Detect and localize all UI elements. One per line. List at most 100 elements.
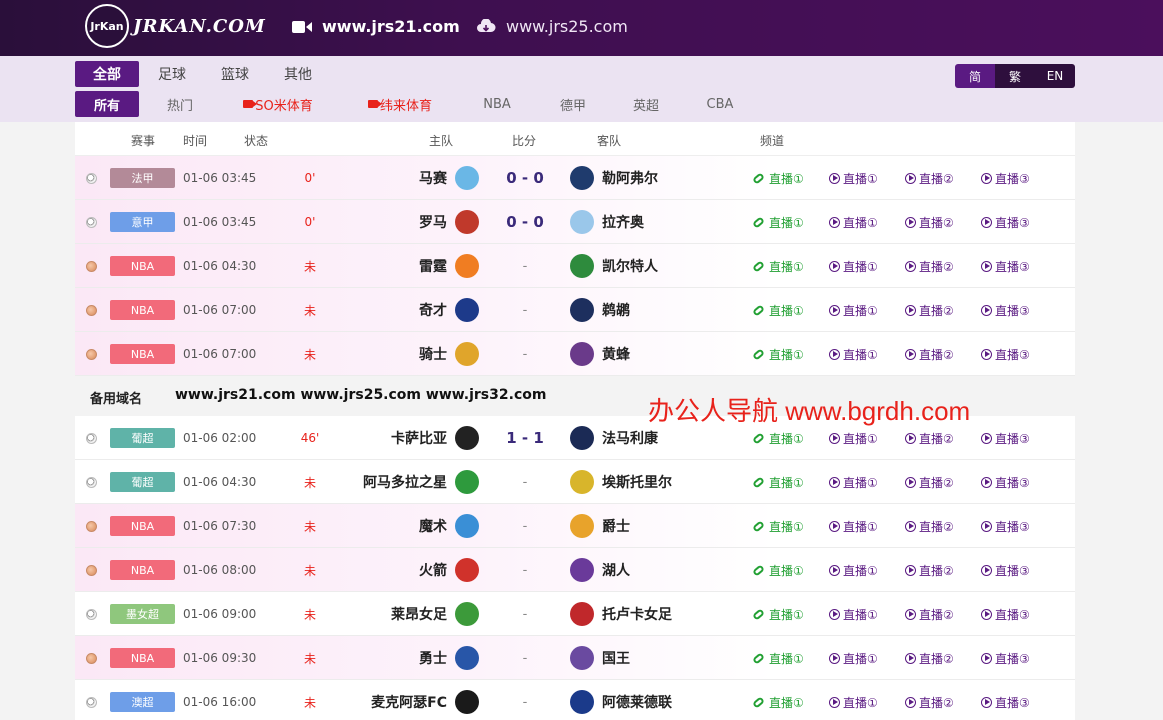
subtab-somi[interactable]: SO米体育	[236, 91, 320, 117]
channel-link-1[interactable]: 直播①	[752, 288, 804, 332]
channel-stream-3[interactable]: 直播③	[981, 244, 1030, 288]
channel-link-1[interactable]: 直播①	[752, 680, 804, 720]
channel-label: 直播①	[769, 303, 804, 318]
channel-link-1[interactable]: 直播①	[752, 460, 804, 504]
lang-simplified[interactable]: 简	[955, 64, 995, 88]
tab-football[interactable]: 足球	[140, 61, 204, 87]
channel-stream-3[interactable]: 直播③	[981, 332, 1030, 376]
channel-stream-2[interactable]: 直播②	[905, 548, 954, 592]
channel-stream-2[interactable]: 直播②	[905, 504, 954, 548]
league-badge[interactable]: NBA	[110, 344, 175, 364]
channel-stream-1[interactable]: 直播①	[829, 200, 878, 244]
league-badge[interactable]: 澳超	[110, 692, 175, 712]
table-header: 赛事 时间 状态 主队 比分 客队 频道	[75, 122, 1075, 156]
channel-label: 直播②	[919, 259, 954, 274]
league-badge[interactable]: 墨女超	[110, 604, 175, 624]
channel-link-1[interactable]: 直播①	[752, 200, 804, 244]
subtab-nba[interactable]: NBA	[465, 91, 529, 117]
channel-link-1[interactable]: 直播①	[752, 332, 804, 376]
channel-stream-1[interactable]: 直播①	[829, 548, 878, 592]
channel-stream-3[interactable]: 直播③	[981, 592, 1030, 636]
channel-stream-2[interactable]: 直播②	[905, 592, 954, 636]
match-status: 未	[303, 475, 316, 490]
league-badge[interactable]: 意甲	[110, 212, 175, 232]
home-team-logo	[455, 504, 479, 548]
match-time: 01-06 04:30	[183, 475, 257, 489]
subtab-cba[interactable]: CBA	[688, 91, 752, 117]
away-team-logo	[570, 244, 594, 288]
channel-label: 直播①	[843, 651, 878, 666]
channel-stream-1[interactable]: 直播①	[829, 244, 878, 288]
league-badge[interactable]: NBA	[110, 560, 175, 580]
channel-stream-1[interactable]: 直播①	[829, 288, 878, 332]
channel-stream-2[interactable]: 直播②	[905, 288, 954, 332]
channel-stream-2[interactable]: 直播②	[905, 460, 954, 504]
channel-stream-3[interactable]: 直播③	[981, 156, 1030, 200]
channel-stream-1[interactable]: 直播①	[829, 636, 878, 680]
channel-link-1[interactable]: 直播①	[752, 156, 804, 200]
channel-stream-3[interactable]: 直播③	[981, 680, 1030, 720]
channel-label: 直播①	[769, 651, 804, 666]
lang-traditional[interactable]: 繁	[995, 64, 1035, 88]
league-badge[interactable]: NBA	[110, 516, 175, 536]
channel-link-1[interactable]: 直播①	[752, 548, 804, 592]
channel-stream-3[interactable]: 直播③	[981, 504, 1030, 548]
channel-link-1[interactable]: 直播①	[752, 244, 804, 288]
channel-stream-2[interactable]: 直播②	[905, 244, 954, 288]
channel-stream-3[interactable]: 直播③	[981, 288, 1030, 332]
tab-other[interactable]: 其他	[266, 61, 330, 87]
subtab-bundesliga[interactable]: 德甲	[541, 91, 605, 117]
channel-label: 直播③	[995, 347, 1030, 362]
channel-stream-3[interactable]: 直播③	[981, 636, 1030, 680]
channel-label: 直播①	[769, 171, 804, 186]
play-icon	[905, 564, 916, 576]
league-badge[interactable]: NBA	[110, 300, 175, 320]
channel-stream-2[interactable]: 直播②	[905, 636, 954, 680]
table-row: NBA 01-06 07:00 未 奇才 - 鹈鹕 直播① 直播① 直播② 直播…	[75, 288, 1075, 332]
subtab-hot[interactable]: 热门	[148, 91, 212, 117]
play-icon	[981, 432, 992, 444]
channel-stream-3[interactable]: 直播③	[981, 200, 1030, 244]
subtab-weilai[interactable]: 纬来体育	[358, 91, 442, 117]
subtab-premier-league[interactable]: 英超	[614, 91, 678, 117]
secondary-domain-link[interactable]: www.jrs25.com	[476, 17, 628, 36]
channel-stream-1[interactable]: 直播①	[829, 680, 878, 720]
channel-stream-2[interactable]: 直播②	[905, 680, 954, 720]
lang-english[interactable]: EN	[1035, 64, 1075, 88]
channel-stream-2[interactable]: 直播②	[905, 200, 954, 244]
league-badge[interactable]: NBA	[110, 256, 175, 276]
away-team-logo	[570, 680, 594, 720]
play-icon	[981, 172, 992, 184]
primary-domain-link[interactable]: www.jrs21.com	[292, 17, 460, 36]
league-badge[interactable]: NBA	[110, 648, 175, 668]
channel-label: 直播③	[995, 607, 1030, 622]
channel-link-1[interactable]: 直播①	[752, 504, 804, 548]
channel-label: 直播②	[919, 607, 954, 622]
league-badge[interactable]: 葡超	[110, 472, 175, 492]
channel-stream-3[interactable]: 直播③	[981, 548, 1030, 592]
link-icon	[752, 259, 765, 273]
channel-stream-1[interactable]: 直播①	[829, 592, 878, 636]
tab-all[interactable]: 全部	[75, 61, 139, 87]
away-team-logo	[570, 200, 594, 244]
channel-stream-1[interactable]: 直播①	[829, 332, 878, 376]
channel-stream-1[interactable]: 直播①	[829, 460, 878, 504]
link-icon	[752, 695, 765, 709]
channel-stream-2[interactable]: 直播②	[905, 156, 954, 200]
channel-stream-3[interactable]: 直播③	[981, 460, 1030, 504]
channel-link-1[interactable]: 直播①	[752, 636, 804, 680]
channel-label: 直播②	[919, 475, 954, 490]
match-score: -	[522, 258, 528, 274]
channel-stream-3[interactable]: 直播③	[981, 416, 1030, 460]
match-status: 未	[303, 695, 316, 710]
tab-basketball[interactable]: 篮球	[203, 61, 267, 87]
channel-stream-2[interactable]: 直播②	[905, 332, 954, 376]
channel-stream-1[interactable]: 直播①	[829, 504, 878, 548]
channel-stream-1[interactable]: 直播①	[829, 156, 878, 200]
league-badge[interactable]: 法甲	[110, 168, 175, 188]
backup-domain-list[interactable]: www.jrs21.com www.jrs25.com www.jrs32.co…	[175, 387, 546, 403]
subtab-all[interactable]: 所有	[75, 91, 139, 117]
channel-link-1[interactable]: 直播①	[752, 592, 804, 636]
site-logo[interactable]: JrKan JRKAN.COM	[85, 4, 266, 48]
league-badge[interactable]: 葡超	[110, 428, 175, 448]
